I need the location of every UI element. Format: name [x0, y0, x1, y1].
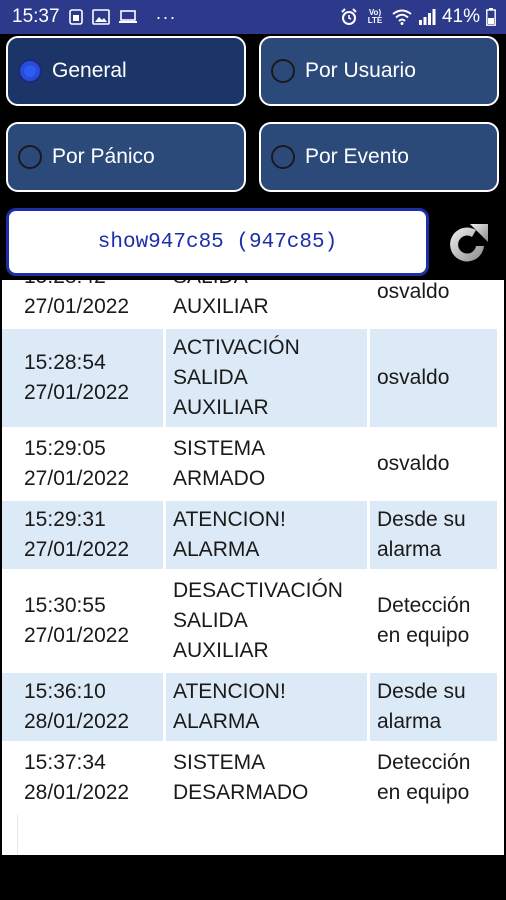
event-source: Detección en equipo: [370, 572, 500, 673]
laptop-icon: [118, 9, 138, 25]
event-type: ACTIVACIÓN SALIDA AUXILIAR: [166, 329, 370, 430]
filter-por-evento-label: Por Evento: [305, 145, 409, 168]
status-time: 15:37: [12, 6, 60, 27]
events-table-rows: 15:28:42 27/01/2022SALIDA AUXILIARosvald…: [2, 280, 504, 815]
table-row[interactable]: 15:28:54 27/01/2022 ACTIVACIÓN SALIDA AUX…: [2, 329, 504, 430]
event-datetime: 15:28:54 27/01/2022: [2, 329, 166, 430]
event-datetime: 15:30:55 27/01/2022: [2, 572, 166, 673]
app-content: General Por Usuario Por Pánico Por Event…: [0, 34, 506, 900]
event-datetime: 15:37:34 28/01/2022: [2, 744, 166, 815]
event-datetime: 15:28:42 27/01/2022: [2, 280, 166, 329]
table-row[interactable]: 15:37:34 28/01/2022 SISTEMA DESARMADO Dete…: [2, 744, 504, 815]
status-overflow: ···: [155, 6, 177, 27]
sim-icon: [68, 9, 84, 25]
filter-por-usuario-button[interactable]: Por Usuario: [259, 36, 499, 106]
device-selector[interactable]: show947c85 (947c85): [6, 208, 429, 276]
filter-por-evento-button[interactable]: Por Evento: [259, 122, 499, 192]
event-type: SISTEMA DESARMADO: [166, 744, 370, 815]
filter-general-button[interactable]: General: [6, 36, 246, 106]
event-type: ATENCION! ALARMA: [166, 501, 370, 572]
status-bar: 15:37 ··· Vo) LTE 41%: [0, 0, 506, 34]
event-type: SISTEMA ARMADO: [166, 430, 370, 501]
device-selector-value: show947c85 (947c85): [97, 230, 338, 254]
event-datetime: 15:36:10 28/01/2022: [2, 673, 166, 744]
filter-por-usuario-label: Por Usuario: [305, 59, 416, 82]
refresh-icon: [450, 224, 488, 262]
table-row[interactable]: 15:30:55 27/01/2022 DESACTIVACIÓN SALIDA …: [2, 572, 504, 673]
event-source: Detección en equipo: [370, 744, 500, 815]
table-row[interactable]: 15:29:31 27/01/2022 ATENCION! ALARMA Desde…: [2, 501, 504, 572]
refresh-button[interactable]: [444, 218, 492, 270]
signal-icon: [418, 9, 436, 25]
event-source: osvaldo: [370, 430, 500, 501]
image-icon: [91, 9, 110, 25]
table-row[interactable]: 15:29:05 27/01/2022 SISTEMA ARMADO osvaldo: [2, 430, 504, 501]
radio-selected-icon: [18, 59, 42, 83]
battery-icon: [486, 8, 496, 26]
event-datetime: 15:29:05 27/01/2022: [2, 430, 166, 501]
filter-por-panico-button[interactable]: Por Pánico: [6, 122, 246, 192]
event-type: ATENCION! ALARMA: [166, 673, 370, 744]
alarm-icon: [340, 8, 358, 26]
event-source: Desde su alarma: [370, 673, 500, 744]
event-datetime: 15:29:31 27/01/2022: [2, 501, 166, 572]
table-row[interactable]: 15:36:10 28/01/2022 ATENCION! ALARMA Desde…: [2, 673, 504, 744]
event-source: Desde su alarma: [370, 501, 500, 572]
table-row[interactable]: 15:28:42 27/01/2022SALIDA AUXILIARosvald…: [2, 280, 504, 329]
radio-unselected-icon: [18, 145, 42, 169]
battery-percent: 41%: [441, 6, 480, 27]
volte-icon: Vo) LTE: [367, 8, 383, 25]
radio-unselected-icon: [271, 59, 295, 83]
wifi-icon: [392, 9, 412, 25]
filter-general-label: General: [52, 59, 127, 82]
event-type: SALIDA AUXILIAR: [166, 280, 370, 329]
radio-unselected-icon: [271, 145, 295, 169]
events-table[interactable]: 15:28:42 27/01/2022SALIDA AUXILIARosvald…: [2, 280, 504, 855]
event-source: osvaldo: [370, 280, 500, 329]
filter-por-panico-label: Por Pánico: [52, 145, 155, 168]
event-type: DESACTIVACIÓN SALIDA AUXILIAR: [166, 572, 370, 673]
event-source: osvaldo: [370, 329, 500, 430]
